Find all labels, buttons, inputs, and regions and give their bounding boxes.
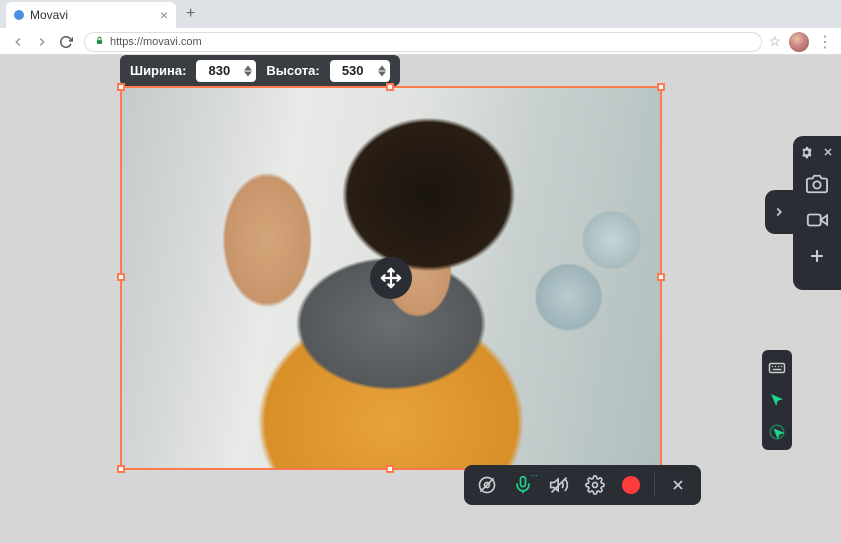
resize-handle-ml[interactable] [117, 273, 125, 281]
browser-chrome: Movavi × + https://movavi.com ☆ ⋮ [0, 0, 841, 55]
panel-expand-button[interactable] [765, 190, 793, 234]
settings-button[interactable] [578, 468, 612, 502]
panel-close-button[interactable] [820, 144, 836, 160]
menu-icon[interactable]: ⋮ [815, 32, 835, 52]
forward-button[interactable] [30, 30, 54, 54]
tab-title: Movavi [30, 8, 160, 22]
refresh-button[interactable] [54, 30, 78, 54]
capture-frame[interactable] [120, 86, 662, 470]
keyboard-capture-button[interactable] [765, 356, 789, 380]
click-highlight-button[interactable] [765, 420, 789, 444]
lock-icon [95, 36, 104, 48]
bookmark-icon[interactable]: ☆ [768, 33, 781, 50]
recording-options-bar [762, 350, 792, 450]
add-button[interactable] [799, 240, 835, 272]
video-record-button[interactable] [799, 204, 835, 236]
address-bar[interactable]: https://movavi.com [84, 32, 762, 52]
resize-handle-tr[interactable] [657, 83, 665, 91]
height-stepper[interactable] [378, 65, 386, 77]
cursor-highlight-button[interactable] [765, 388, 789, 412]
width-stepper[interactable] [244, 65, 252, 77]
tab-strip: Movavi × + [0, 0, 841, 28]
height-label: Высота: [266, 63, 319, 78]
height-input[interactable]: 530 [330, 60, 390, 82]
record-button[interactable] [614, 468, 648, 502]
browser-tab[interactable]: Movavi × [6, 2, 176, 28]
resize-handle-bl[interactable] [117, 465, 125, 473]
url-text: https://movavi.com [110, 36, 202, 48]
height-value: 530 [342, 63, 364, 78]
webcam-toggle-button[interactable] [470, 468, 504, 502]
resize-handle-tm[interactable] [386, 83, 394, 91]
mic-indicator-icon: ⋯ [530, 471, 538, 480]
tab-close-icon[interactable]: × [160, 8, 168, 22]
address-row: https://movavi.com ☆ ⋮ [0, 28, 841, 55]
resize-handle-tl[interactable] [117, 83, 125, 91]
new-tab-button[interactable]: + [186, 5, 195, 23]
record-icon [622, 476, 640, 494]
width-label: Ширина: [130, 63, 186, 78]
move-handle[interactable] [370, 257, 412, 299]
recording-control-bar: ⋯ [464, 465, 701, 505]
profile-avatar[interactable] [789, 32, 809, 52]
system-sound-button[interactable] [542, 468, 576, 502]
resize-handle-bm[interactable] [386, 465, 394, 473]
favicon [14, 10, 24, 20]
divider [654, 473, 655, 497]
screenshot-button[interactable] [799, 168, 835, 200]
close-button[interactable] [661, 468, 695, 502]
microphone-button[interactable]: ⋯ [506, 468, 540, 502]
width-input[interactable]: 830 [196, 60, 256, 82]
panel-settings-button[interactable] [798, 144, 814, 160]
dimensions-bar[interactable]: Ширина: 830 Высота: 530 [120, 55, 400, 86]
side-panel [793, 136, 841, 290]
back-button[interactable] [6, 30, 30, 54]
resize-handle-mr[interactable] [657, 273, 665, 281]
width-value: 830 [209, 63, 231, 78]
